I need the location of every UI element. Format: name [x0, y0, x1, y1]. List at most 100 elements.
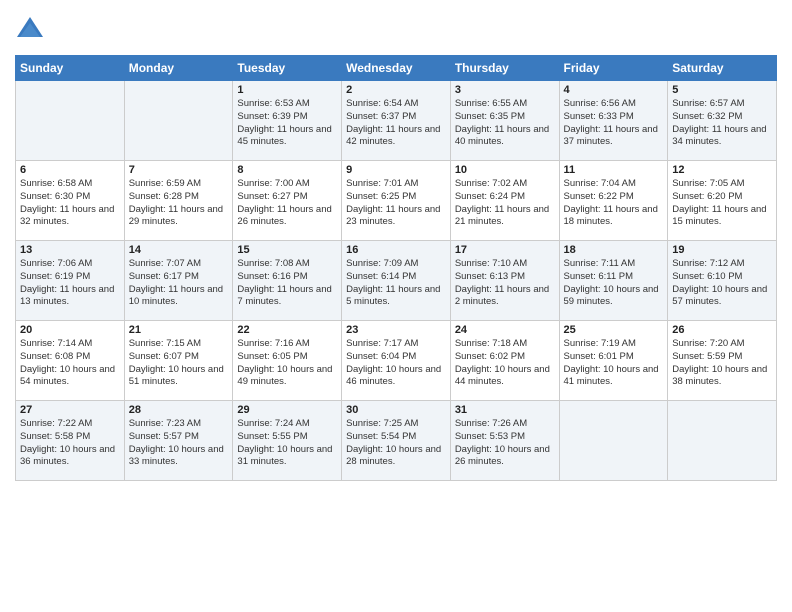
day-info: Sunrise: 7:25 AMSunset: 5:54 PMDaylight:…	[346, 418, 446, 469]
day-number: 29	[237, 404, 337, 416]
day-info: Sunrise: 7:22 AMSunset: 5:58 PMDaylight:…	[20, 418, 120, 469]
calendar-cell: 5 Sunrise: 6:57 AMSunset: 6:32 PMDaylight…	[668, 81, 777, 161]
day-number: 14	[129, 244, 229, 256]
day-number: 28	[129, 404, 229, 416]
page-header	[15, 15, 777, 45]
day-number: 4	[564, 84, 664, 96]
calendar-cell: 3 Sunrise: 6:55 AMSunset: 6:35 PMDaylight…	[450, 81, 559, 161]
day-info: Sunrise: 7:19 AMSunset: 6:01 PMDaylight:…	[564, 338, 664, 389]
weekday-header-row: SundayMondayTuesdayWednesdayThursdayFrid…	[16, 56, 777, 81]
calendar-cell: 23 Sunrise: 7:17 AMSunset: 6:04 PMDayligh…	[342, 321, 451, 401]
day-info: Sunrise: 7:18 AMSunset: 6:02 PMDaylight:…	[455, 338, 555, 389]
weekday-header: Wednesday	[342, 56, 451, 81]
day-info: Sunrise: 7:07 AMSunset: 6:17 PMDaylight:…	[129, 258, 229, 309]
weekday-header: Sunday	[16, 56, 125, 81]
logo	[15, 15, 49, 45]
day-info: Sunrise: 7:00 AMSunset: 6:27 PMDaylight:…	[237, 178, 337, 229]
day-number: 3	[455, 84, 555, 96]
day-number: 18	[564, 244, 664, 256]
calendar-cell: 4 Sunrise: 6:56 AMSunset: 6:33 PMDaylight…	[559, 81, 668, 161]
weekday-header: Tuesday	[233, 56, 342, 81]
weekday-header: Monday	[124, 56, 233, 81]
weekday-header: Thursday	[450, 56, 559, 81]
calendar-cell: 28Sunrise: 7:23 AMSunset: 5:57 PMDayligh…	[124, 401, 233, 481]
calendar-week-row: 27 Sunrise: 7:22 AMSunset: 5:58 PMDayligh…	[16, 401, 777, 481]
day-info: Sunrise: 6:58 AMSunset: 6:30 PMDaylight:…	[20, 178, 120, 229]
day-info: Sunrise: 7:09 AMSunset: 6:14 PMDaylight:…	[346, 258, 446, 309]
day-number: 25	[564, 324, 664, 336]
day-info: Sunrise: 7:08 AMSunset: 6:16 PMDaylight:…	[237, 258, 337, 309]
day-info: Sunrise: 7:20 AMSunset: 5:59 PMDaylight:…	[672, 338, 772, 389]
calendar-cell: 17 Sunrise: 7:10 AMSunset: 6:13 PMDayligh…	[450, 241, 559, 321]
day-info: Sunrise: 7:04 AMSunset: 6:22 PMDaylight:…	[564, 178, 664, 229]
day-info: Sunrise: 7:17 AMSunset: 6:04 PMDaylight:…	[346, 338, 446, 389]
calendar-cell: 25 Sunrise: 7:19 AMSunset: 6:01 PMDayligh…	[559, 321, 668, 401]
calendar-cell: 18 Sunrise: 7:11 AMSunset: 6:11 PMDayligh…	[559, 241, 668, 321]
day-number: 19	[672, 244, 772, 256]
calendar-cell: 10Sunrise: 7:02 AMSunset: 6:24 PMDayligh…	[450, 161, 559, 241]
calendar-cell: 16 Sunrise: 7:09 AMSunset: 6:14 PMDayligh…	[342, 241, 451, 321]
day-info: Sunrise: 7:24 AMSunset: 5:55 PMDaylight:…	[237, 418, 337, 469]
calendar-cell: 12 Sunrise: 7:05 AMSunset: 6:20 PMDayligh…	[668, 161, 777, 241]
day-info: Sunrise: 7:26 AMSunset: 5:53 PMDaylight:…	[455, 418, 555, 469]
calendar-cell: 24Sunrise: 7:18 AMSunset: 6:02 PMDayligh…	[450, 321, 559, 401]
day-info: Sunrise: 7:16 AMSunset: 6:05 PMDaylight:…	[237, 338, 337, 389]
calendar-week-row: 1Sunrise: 6:53 AMSunset: 6:39 PMDaylight…	[16, 81, 777, 161]
logo-icon	[15, 15, 45, 45]
day-number: 23	[346, 324, 446, 336]
day-number: 6	[20, 164, 120, 176]
day-number: 9	[346, 164, 446, 176]
day-number: 12	[672, 164, 772, 176]
calendar-cell: 7 Sunrise: 6:59 AMSunset: 6:28 PMDaylight…	[124, 161, 233, 241]
calendar-cell: 27 Sunrise: 7:22 AMSunset: 5:58 PMDayligh…	[16, 401, 125, 481]
weekday-header: Friday	[559, 56, 668, 81]
day-info: Sunrise: 7:06 AMSunset: 6:19 PMDaylight:…	[20, 258, 120, 309]
day-number: 11	[564, 164, 664, 176]
day-info: Sunrise: 6:57 AMSunset: 6:32 PMDaylight:…	[672, 98, 772, 149]
calendar-cell: 6 Sunrise: 6:58 AMSunset: 6:30 PMDaylight…	[16, 161, 125, 241]
calendar-cell	[668, 401, 777, 481]
day-info: Sunrise: 6:56 AMSunset: 6:33 PMDaylight:…	[564, 98, 664, 149]
calendar-cell	[16, 81, 125, 161]
day-info: Sunrise: 7:15 AMSunset: 6:07 PMDaylight:…	[129, 338, 229, 389]
calendar-week-row: 6 Sunrise: 6:58 AMSunset: 6:30 PMDaylight…	[16, 161, 777, 241]
calendar-cell: 29 Sunrise: 7:24 AMSunset: 5:55 PMDayligh…	[233, 401, 342, 481]
calendar-cell	[559, 401, 668, 481]
calendar-cell: 14 Sunrise: 7:07 AMSunset: 6:17 PMDayligh…	[124, 241, 233, 321]
calendar-cell: 21 Sunrise: 7:15 AMSunset: 6:07 PMDayligh…	[124, 321, 233, 401]
day-info: Sunrise: 6:54 AMSunset: 6:37 PMDaylight:…	[346, 98, 446, 149]
day-number: 13	[20, 244, 120, 256]
day-info: Sunrise: 6:55 AMSunset: 6:35 PMDaylight:…	[455, 98, 555, 149]
calendar-cell: 13 Sunrise: 7:06 AMSunset: 6:19 PMDayligh…	[16, 241, 125, 321]
day-info: Sunrise: 7:12 AMSunset: 6:10 PMDaylight:…	[672, 258, 772, 309]
day-info: Sunrise: 7:05 AMSunset: 6:20 PMDaylight:…	[672, 178, 772, 229]
day-number: 22	[237, 324, 337, 336]
day-number: 21	[129, 324, 229, 336]
day-info: Sunrise: 7:10 AMSunset: 6:13 PMDaylight:…	[455, 258, 555, 309]
day-number: 16	[346, 244, 446, 256]
calendar-cell: 15 Sunrise: 7:08 AMSunset: 6:16 PMDayligh…	[233, 241, 342, 321]
calendar-table: SundayMondayTuesdayWednesdayThursdayFrid…	[15, 55, 777, 481]
calendar-cell: 30 Sunrise: 7:25 AMSunset: 5:54 PMDayligh…	[342, 401, 451, 481]
calendar-week-row: 13 Sunrise: 7:06 AMSunset: 6:19 PMDayligh…	[16, 241, 777, 321]
day-info: Sunrise: 7:14 AMSunset: 6:08 PMDaylight:…	[20, 338, 120, 389]
day-number: 27	[20, 404, 120, 416]
day-number: 26	[672, 324, 772, 336]
day-info: Sunrise: 6:53 AMSunset: 6:39 PMDaylight:…	[237, 98, 337, 149]
weekday-header: Saturday	[668, 56, 777, 81]
calendar-cell: 22 Sunrise: 7:16 AMSunset: 6:05 PMDayligh…	[233, 321, 342, 401]
day-info: Sunrise: 6:59 AMSunset: 6:28 PMDaylight:…	[129, 178, 229, 229]
day-number: 8	[237, 164, 337, 176]
day-number: 30	[346, 404, 446, 416]
calendar-week-row: 20Sunrise: 7:14 AMSunset: 6:08 PMDayligh…	[16, 321, 777, 401]
calendar-cell	[124, 81, 233, 161]
day-number: 5	[672, 84, 772, 96]
day-info: Sunrise: 7:11 AMSunset: 6:11 PMDaylight:…	[564, 258, 664, 309]
calendar-cell: 31Sunrise: 7:26 AMSunset: 5:53 PMDayligh…	[450, 401, 559, 481]
calendar-cell: 2Sunrise: 6:54 AMSunset: 6:37 PMDaylight…	[342, 81, 451, 161]
day-number: 15	[237, 244, 337, 256]
calendar-cell: 1Sunrise: 6:53 AMSunset: 6:39 PMDaylight…	[233, 81, 342, 161]
day-number: 17	[455, 244, 555, 256]
day-number: 7	[129, 164, 229, 176]
day-info: Sunrise: 7:01 AMSunset: 6:25 PMDaylight:…	[346, 178, 446, 229]
